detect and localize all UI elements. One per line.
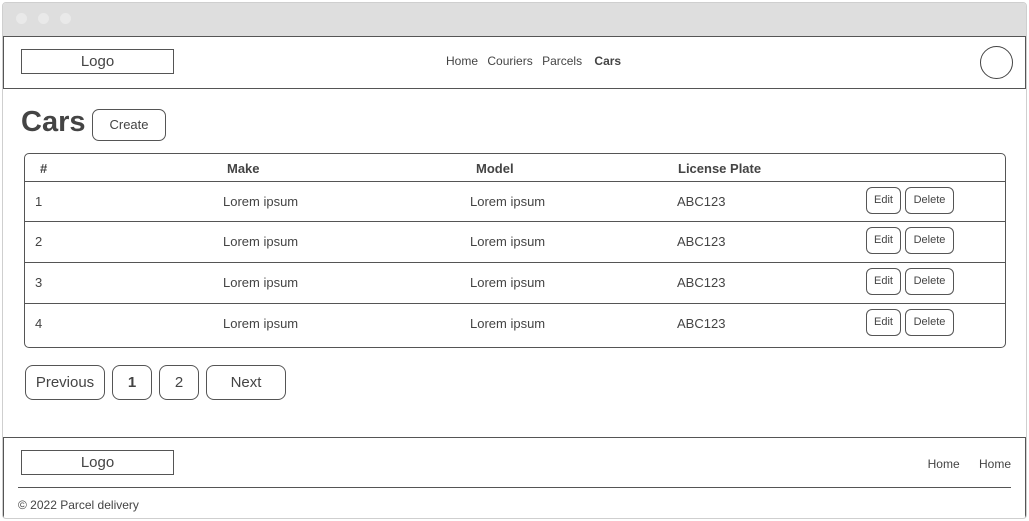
edit-button[interactable]: Edit — [866, 309, 901, 336]
nav-couriers[interactable]: Couriers — [487, 54, 532, 68]
row-make: Lorem ipsum — [223, 316, 299, 331]
edit-button[interactable]: Edit — [866, 187, 901, 214]
copyright-text: © 2022 Parcel delivery — [18, 498, 139, 512]
row-make: Lorem ipsum — [223, 275, 299, 290]
row-make: Lorem ipsum — [223, 234, 299, 249]
pagination-page-1[interactable]: 1 — [112, 365, 152, 400]
window-minimize-dot[interactable] — [38, 13, 49, 24]
delete-button[interactable]: Delete — [905, 187, 954, 214]
delete-button[interactable]: Delete — [905, 268, 954, 295]
table-row: 1 Lorem ipsum Lorem ipsum ABC123 Edit De… — [25, 181, 1005, 222]
table-row: 4 Lorem ipsum Lorem ipsum ABC123 Edit De… — [25, 303, 1005, 348]
row-number: 3 — [35, 275, 43, 290]
row-model: Lorem ipsum — [470, 275, 546, 290]
delete-button[interactable]: Delete — [905, 309, 954, 336]
row-number: 2 — [35, 234, 43, 249]
column-header-model: Model — [476, 161, 514, 176]
cars-table: # Make Model License Plate 1 Lorem ipsum… — [24, 153, 1006, 348]
column-header-number: # — [40, 161, 48, 176]
row-number: 4 — [35, 316, 43, 331]
row-license-plate: ABC123 — [677, 275, 726, 290]
delete-button[interactable]: Delete — [905, 227, 954, 254]
footer-link-home[interactable]: Home — [928, 457, 960, 471]
site-header: Logo Home Couriers Parcels Cars — [3, 36, 1026, 89]
window-close-dot[interactable] — [16, 13, 27, 24]
footer-logo[interactable]: Logo — [21, 450, 174, 475]
pagination-page-2[interactable]: 2 — [159, 365, 199, 400]
row-license-plate: ABC123 — [677, 316, 726, 331]
row-model: Lorem ipsum — [470, 316, 546, 331]
column-header-make: Make — [227, 161, 260, 176]
footer-links: Home Home — [912, 457, 1011, 471]
window-titlebar — [3, 3, 1026, 36]
row-license-plate: ABC123 — [677, 234, 726, 249]
edit-button[interactable]: Edit — [866, 227, 901, 254]
column-header-license-plate: License Plate — [678, 161, 762, 176]
row-model: Lorem ipsum — [470, 194, 546, 209]
table-row: 3 Lorem ipsum Lorem ipsum ABC123 Edit De… — [25, 262, 1005, 303]
row-model: Lorem ipsum — [470, 234, 546, 249]
main-nav: Home Couriers Parcels Cars — [446, 54, 627, 68]
nav-home[interactable]: Home — [446, 54, 478, 68]
pagination-previous-button[interactable]: Previous — [25, 365, 105, 400]
footer-link-home[interactable]: Home — [979, 457, 1011, 471]
create-button[interactable]: Create — [92, 109, 166, 141]
browser-window: Logo Home Couriers Parcels Cars Cars Cre… — [2, 2, 1027, 519]
table-row: 2 Lorem ipsum Lorem ipsum ABC123 Edit De… — [25, 221, 1005, 262]
nav-cars[interactable]: Cars — [594, 54, 621, 68]
row-license-plate: ABC123 — [677, 194, 726, 209]
row-make: Lorem ipsum — [223, 194, 299, 209]
window-maximize-dot[interactable] — [60, 13, 71, 24]
footer-divider — [18, 487, 1011, 488]
pagination-next-button[interactable]: Next — [206, 365, 286, 400]
nav-parcels[interactable]: Parcels — [542, 54, 582, 68]
site-footer: Logo Home Home © 2022 Parcel delivery — [3, 437, 1026, 518]
user-avatar[interactable] — [980, 46, 1013, 79]
row-number: 1 — [35, 194, 43, 209]
header-logo[interactable]: Logo — [21, 49, 174, 74]
edit-button[interactable]: Edit — [866, 268, 901, 295]
page-title: Cars — [21, 106, 86, 138]
